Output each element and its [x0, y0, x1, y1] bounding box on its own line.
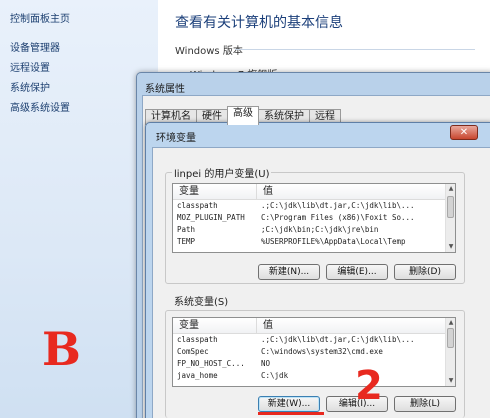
scroll-down-arrow-icon[interactable]: ▼ — [447, 377, 455, 385]
variable-name: classpath — [177, 201, 218, 210]
table-row[interactable]: ComSpec C:\windows\system32\cmd.exe — [173, 346, 455, 358]
sidebar-link-advanced-settings[interactable]: 高级系统设置 — [10, 100, 70, 120]
column-header-variable[interactable]: 变量 — [173, 318, 257, 333]
user-delete-button[interactable]: 删除(D) — [394, 264, 456, 280]
variable-name: FP_NO_HOST_C... — [177, 359, 245, 368]
system-variables-label: 系统变量(S) — [172, 293, 231, 308]
column-header-variable[interactable]: 变量 — [173, 184, 257, 199]
variable-name: classpath — [177, 335, 218, 344]
list-header: 变量 值 — [173, 318, 455, 334]
user-new-button[interactable]: 新建(N)... — [258, 264, 320, 280]
system-delete-button[interactable]: 删除(L) — [394, 396, 456, 412]
table-row[interactable]: classpath .;C:\jdk\lib\dt.jar,C:\jdk\lib… — [173, 334, 455, 346]
variable-value: ;C:\jdk\bin;C:\jdk\jre\bin — [261, 225, 379, 234]
sidebar-link-system-protection[interactable]: 系统保护 — [10, 80, 70, 100]
page-title: 查看有关计算机的基本信息 — [175, 15, 343, 31]
control-panel-home-link[interactable]: 控制面板主页 — [10, 10, 70, 25]
system-new-button[interactable]: 新建(W)... — [258, 396, 320, 412]
variable-name: Path — [177, 225, 196, 234]
scroll-up-arrow-icon[interactable]: ▲ — [447, 185, 455, 193]
user-edit-button[interactable]: 编辑(E)... — [326, 264, 388, 280]
table-row[interactable]: Path ;C:\jdk\bin;C:\jdk\jre\bin — [173, 224, 455, 236]
column-header-value[interactable]: 值 — [257, 318, 273, 333]
sidebar-links: 设备管理器 远程设置 系统保护 高级系统设置 — [10, 40, 70, 120]
variable-value: NO — [261, 359, 271, 368]
vertical-scrollbar[interactable]: ▲ ▼ — [445, 318, 455, 386]
scroll-thumb[interactable] — [447, 196, 454, 218]
system-properties-title: 系统属性 — [145, 84, 185, 95]
variable-value: .;C:\jdk\lib\dt.jar,C:\jdk\lib\... — [261, 335, 415, 344]
scroll-up-arrow-icon[interactable]: ▲ — [447, 319, 455, 327]
user-variables-list[interactable]: 变量 值 classpath .;C:\jdk\lib\dt.jar,C:\jd… — [172, 183, 456, 253]
variable-name: MOZ_PLUGIN_PATH — [177, 213, 245, 222]
close-icon[interactable]: ✕ — [450, 125, 478, 140]
variable-value: %USERPROFILE%\AppData\Local\Temp — [261, 237, 406, 246]
list-header: 变量 值 — [173, 184, 455, 200]
annotation-letter-b: B — [42, 322, 81, 376]
windows-version-label: Windows 版本 — [175, 46, 243, 57]
variable-name: TEMP — [177, 237, 196, 246]
variable-value: C:\Program Files (x86)\Foxit So... — [261, 213, 415, 222]
column-header-value[interactable]: 值 — [257, 184, 273, 199]
vertical-scrollbar[interactable]: ▲ ▼ — [445, 184, 455, 252]
environment-variables-title: 环境变量 — [156, 133, 196, 144]
section-divider — [235, 49, 475, 50]
user-variables-label: linpei 的用户变量(U) — [172, 165, 272, 180]
variable-name: java_home — [177, 371, 218, 380]
table-row[interactable]: TEMP %USERPROFILE%\AppData\Local\Temp — [173, 236, 455, 248]
variable-value: .;C:\jdk\lib\dt.jar,C:\jdk\lib\... — [261, 201, 415, 210]
system-variables-list[interactable]: 变量 值 classpath .;C:\jdk\lib\dt.jar,C:\jd… — [172, 317, 456, 387]
tab-advanced[interactable]: 高级 — [227, 106, 259, 125]
variable-value: C:\jdk — [261, 371, 289, 380]
annotation-underline — [258, 412, 324, 415]
table-row[interactable]: MOZ_PLUGIN_PATH C:\Program Files (x86)\F… — [173, 212, 455, 224]
sidebar-link-remote-settings[interactable]: 远程设置 — [10, 60, 70, 80]
annotation-number-2: 2 — [355, 363, 383, 409]
variable-value: C:\windows\system32\cmd.exe — [261, 347, 383, 356]
variable-name: ComSpec — [177, 347, 209, 356]
scroll-down-arrow-icon[interactable]: ▼ — [447, 243, 455, 251]
table-row[interactable]: FP_NO_HOST_C... NO — [173, 358, 455, 370]
sidebar-link-device-manager[interactable]: 设备管理器 — [10, 40, 70, 60]
table-row[interactable]: java_home C:\jdk — [173, 370, 455, 382]
scroll-thumb[interactable] — [447, 328, 454, 348]
table-row[interactable]: classpath .;C:\jdk\lib\dt.jar,C:\jdk\lib… — [173, 200, 455, 212]
